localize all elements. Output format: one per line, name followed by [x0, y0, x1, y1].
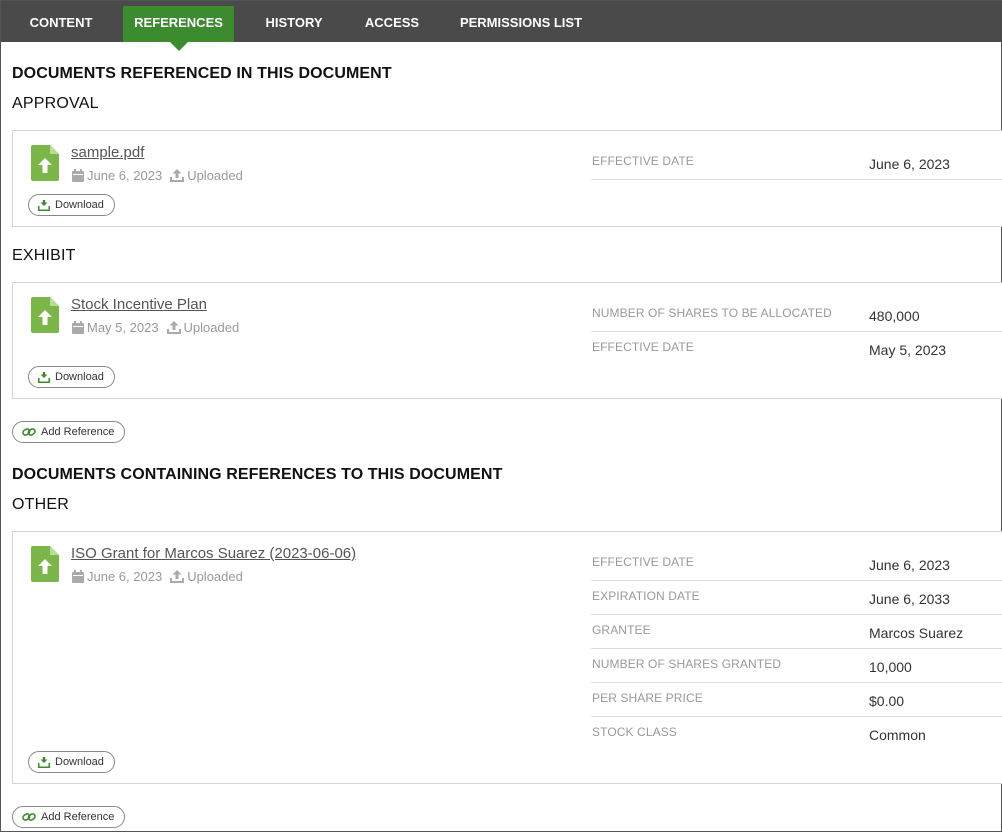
field-value: 480,000 — [869, 308, 920, 324]
file-upload-icon — [31, 145, 59, 181]
field-value: Marcos Suarez — [869, 625, 964, 641]
tab-permissions-list[interactable]: PERMISSIONS LIST — [447, 6, 595, 42]
download-button[interactable]: Download — [28, 751, 115, 773]
upload-icon — [170, 169, 185, 182]
document-fields: NUMBER OF SHARES TO BE ALLOCATED 480,000… — [591, 298, 1002, 366]
field-value: May 5, 2023 — [869, 342, 947, 358]
download-icon — [38, 756, 50, 768]
field-value: 10,000 — [869, 659, 912, 675]
document-meta: June 6, 2023 Uploaded — [72, 569, 243, 584]
field-value: June 6, 2023 — [869, 156, 950, 172]
document-status: Uploaded — [187, 168, 243, 183]
document-date: June 6, 2023 — [87, 569, 163, 584]
field-row-expiration-date: EXPIRATION DATE June 6, 2033 — [591, 581, 1002, 615]
field-row-grantee: GRANTEE Marcos Suarez — [591, 615, 1002, 649]
file-upload-icon — [31, 297, 59, 333]
download-label: Download — [55, 371, 104, 383]
field-row-shares-allocated: NUMBER OF SHARES TO BE ALLOCATED 480,000 — [591, 298, 1002, 332]
document-link[interactable]: Stock Incentive Plan — [71, 296, 207, 313]
file-upload-icon — [31, 546, 59, 582]
field-label: PER SHARE PRICE — [592, 691, 703, 705]
document-link[interactable]: sample.pdf — [71, 144, 144, 161]
field-label: GRANTEE — [592, 623, 651, 637]
field-label: EFFECTIVE DATE — [592, 154, 694, 168]
field-label: NUMBER OF SHARES GRANTED — [592, 657, 782, 671]
upload-icon — [166, 321, 181, 334]
calendar-icon — [72, 570, 84, 583]
add-reference-label: Add Reference — [41, 811, 115, 823]
field-row-per-share-price: PER SHARE PRICE $0.00 — [591, 683, 1002, 717]
section-title-referenced: DOCUMENTS REFERENCED IN THIS DOCUMENT — [12, 65, 392, 82]
field-value: Common — [869, 727, 926, 743]
tab-content[interactable]: CONTENT — [15, 6, 107, 42]
field-value: June 6, 2023 — [869, 557, 950, 573]
group-title-approval: APPROVAL — [12, 95, 99, 112]
field-label: NUMBER OF SHARES TO BE ALLOCATED — [592, 306, 832, 320]
field-value: June 6, 2033 — [869, 591, 950, 607]
document-date: June 6, 2023 — [87, 168, 163, 183]
add-reference-button[interactable]: Add Reference — [12, 421, 126, 443]
group-title-exhibit: EXHIBIT — [12, 247, 76, 264]
document-date: May 5, 2023 — [87, 320, 159, 335]
download-icon — [38, 199, 50, 211]
tab-history[interactable]: HISTORY — [251, 6, 337, 42]
download-label: Download — [55, 199, 104, 211]
section-title-containing: DOCUMENTS CONTAINING REFERENCES TO THIS … — [12, 466, 503, 483]
field-row-effective-date: EFFECTIVE DATE June 6, 2023 — [591, 146, 1002, 180]
field-label: STOCK CLASS — [592, 725, 677, 739]
field-label: EXPIRATION DATE — [592, 589, 700, 603]
calendar-icon — [72, 321, 84, 334]
document-status: Uploaded — [187, 569, 243, 584]
upload-icon — [170, 570, 185, 583]
field-row-stock-class: STOCK CLASS Common — [591, 717, 1002, 751]
field-row-effective-date: EFFECTIVE DATE May 5, 2023 — [591, 332, 1002, 366]
add-reference-label: Add Reference — [41, 426, 115, 438]
field-value: $0.00 — [869, 693, 905, 709]
field-label: EFFECTIVE DATE — [592, 555, 694, 569]
field-row-effective-date: EFFECTIVE DATE June 6, 2023 — [591, 547, 1002, 581]
link-icon — [22, 428, 36, 436]
link-icon — [22, 813, 36, 821]
download-button[interactable]: Download — [28, 366, 115, 388]
field-label: EFFECTIVE DATE — [592, 340, 694, 354]
document-fields: EFFECTIVE DATE June 6, 2023 EXPIRATION D… — [591, 547, 1002, 751]
document-meta: May 5, 2023 Uploaded — [72, 320, 239, 335]
add-reference-button[interactable]: Add Reference — [12, 806, 126, 828]
document-meta: June 6, 2023 Uploaded — [72, 168, 243, 183]
calendar-icon — [72, 169, 84, 182]
download-label: Download — [55, 756, 104, 768]
reference-card-approval: sample.pdf June 6, 2023 Uploaded Downloa… — [12, 130, 1002, 227]
document-fields: EFFECTIVE DATE June 6, 2023 — [591, 146, 1002, 180]
document-status: Uploaded — [183, 320, 240, 335]
download-icon — [38, 371, 50, 383]
group-title-other: OTHER — [12, 496, 69, 513]
document-link[interactable]: ISO Grant for Marcos Suarez (2023-06-06) — [71, 545, 356, 562]
field-row-shares-granted: NUMBER OF SHARES GRANTED 10,000 — [591, 649, 1002, 683]
tab-bar: CONTENT REFERENCES HISTORY ACCESS PERMIS… — [1, 1, 1002, 51]
tab-access[interactable]: ACCESS — [353, 6, 431, 42]
tab-references[interactable]: REFERENCES — [123, 6, 234, 51]
reference-card-exhibit: Stock Incentive Plan May 5, 2023 Uploade… — [12, 282, 1002, 399]
download-button[interactable]: Download — [28, 194, 115, 216]
reference-card-other: ISO Grant for Marcos Suarez (2023-06-06)… — [12, 531, 1002, 784]
